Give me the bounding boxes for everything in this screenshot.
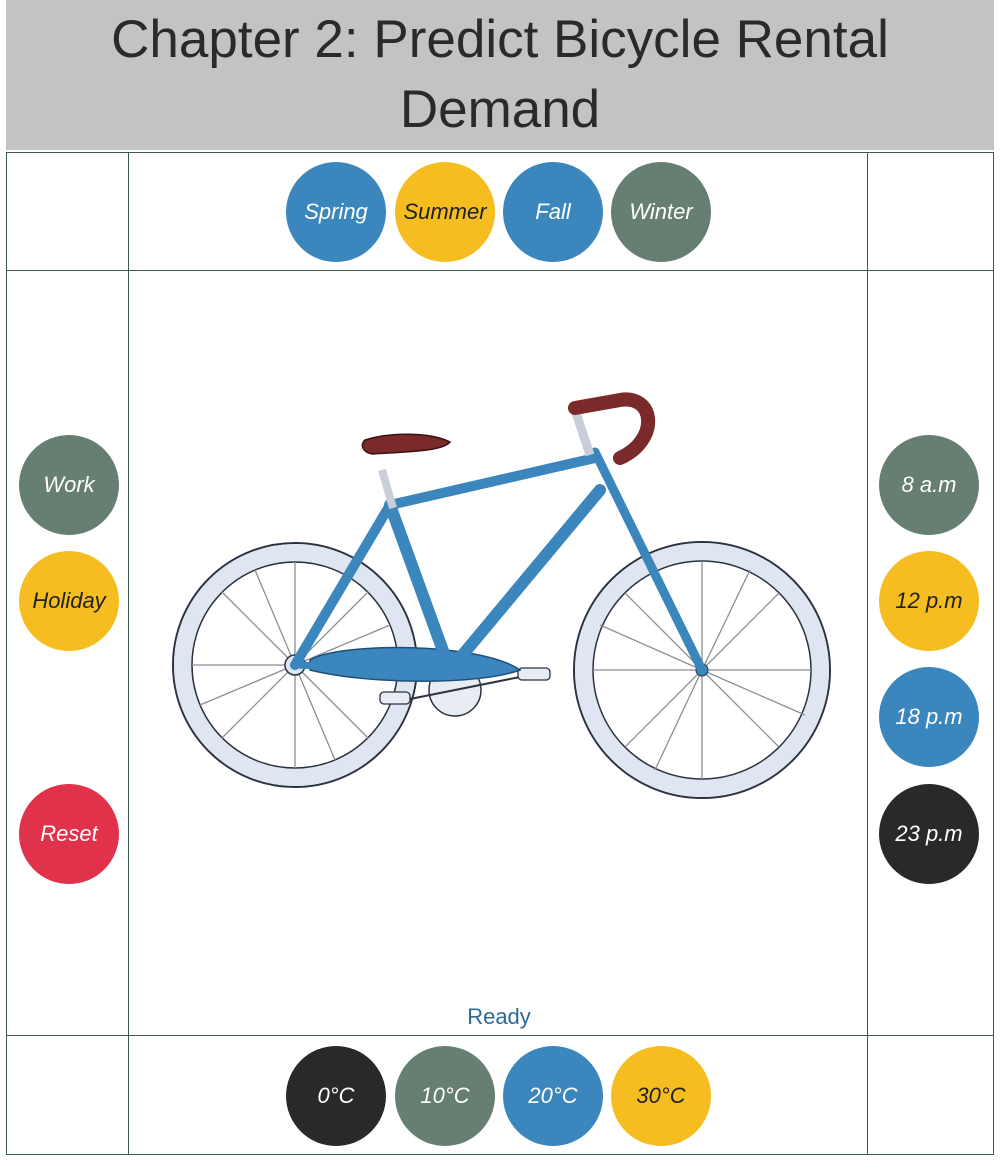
grid-divider-top bbox=[7, 270, 993, 271]
page-header: Chapter 2: Predict Bicycle Rental Demand bbox=[6, 0, 994, 150]
hour-8am-button[interactable]: 8 a.m bbox=[879, 435, 979, 535]
reset-button[interactable]: Reset bbox=[19, 784, 119, 884]
temp-30c-button[interactable]: 30°C bbox=[611, 1046, 711, 1146]
hour-12pm-button[interactable]: 12 p.m bbox=[879, 551, 979, 651]
season-spring-button[interactable]: Spring bbox=[286, 162, 386, 262]
hour-23pm-button[interactable]: 23 p.m bbox=[879, 784, 979, 884]
saddle bbox=[361, 433, 452, 455]
hour-18pm-button[interactable]: 18 p.m bbox=[879, 667, 979, 767]
grid-divider-bottom bbox=[7, 1035, 993, 1036]
right-pedal bbox=[517, 667, 551, 681]
temp-0c-button[interactable]: 0°C bbox=[286, 1046, 386, 1146]
temp-10c-button[interactable]: 10°C bbox=[395, 1046, 495, 1146]
left-pedal bbox=[379, 691, 411, 705]
stem bbox=[570, 408, 595, 457]
grid-divider-left bbox=[128, 153, 129, 1154]
season-winter-button[interactable]: Winter bbox=[611, 162, 711, 262]
season-fall-button[interactable]: Fall bbox=[503, 162, 603, 262]
status-text: Ready bbox=[467, 1004, 531, 1029]
page-title: Chapter 2: Predict Bicycle Rental Demand bbox=[111, 10, 889, 139]
season-summer-button[interactable]: Summer bbox=[395, 162, 495, 262]
temp-20c-button[interactable]: 20°C bbox=[503, 1046, 603, 1146]
seat-post bbox=[378, 468, 397, 510]
day-work-button[interactable]: Work bbox=[19, 435, 119, 535]
day-holiday-button[interactable]: Holiday bbox=[19, 551, 119, 651]
bicycle-illustration bbox=[172, 392, 831, 799]
